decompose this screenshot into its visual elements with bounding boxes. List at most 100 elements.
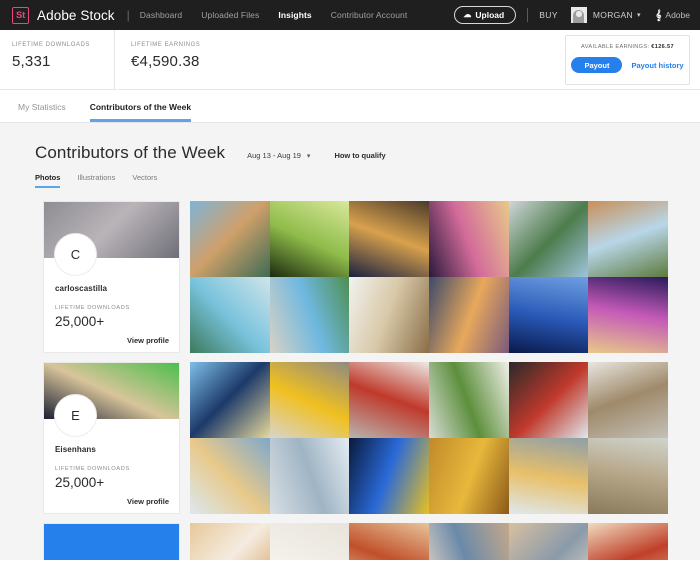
upload-button[interactable]: ☁ Upload (454, 6, 517, 24)
nav-item-uploaded-files[interactable]: Uploaded Files (201, 10, 259, 20)
avatar[interactable] (570, 7, 587, 23)
thumbnail-solar-panels-sun[interactable] (190, 362, 270, 438)
thumbnail-architecture-sketch[interactable] (269, 438, 350, 514)
contributor-cover-image: C (44, 202, 179, 276)
contributor-downloads-label: LIFETIME DOWNLOADS (55, 305, 130, 311)
contributor-downloads-label: LIFETIME DOWNLOADS (55, 466, 130, 472)
thumbnail-fall-leaves-watercolor[interactable] (349, 523, 429, 560)
stat-value: 5,331 (12, 53, 51, 70)
contributor-downloads-value: 25,000+ (55, 314, 105, 329)
nav-item-contributor-account[interactable]: Contributor Account (331, 10, 408, 20)
contributor-cover-image: E (44, 363, 179, 437)
chevron-down-icon: ▾ (306, 152, 311, 160)
nav-item-insights[interactable]: Insights (278, 10, 311, 20)
thumbnail-drum-kit-cymbal[interactable] (349, 201, 429, 277)
chevron-down-icon[interactable]: ▾ (637, 11, 641, 19)
contributor-avatar[interactable]: E (54, 394, 97, 437)
thumbnail-energy-certificate-building[interactable] (428, 362, 509, 438)
thumbnail-electric-guitar-stage[interactable] (588, 277, 668, 353)
thumbnail-winter-santa-choir[interactable] (508, 362, 589, 438)
thumbnail-concert-guitarist-lights[interactable] (428, 201, 509, 277)
contributor-row: Ccarloscastilla LIFETIME DOWNLOADS 25,000+… (43, 201, 700, 353)
how-to-qualify-link[interactable]: How to qualify (334, 151, 385, 160)
stats-bar: LIFETIME DOWNLOADS 5,331 LIFETIME EARNIN… (0, 30, 700, 90)
nav-item-dashboard[interactable]: Dashboard (140, 10, 182, 20)
thumbnail-white-confetti-abstract[interactable] (349, 277, 429, 353)
contributor-cover-image (44, 524, 179, 560)
contributor-thumbnail-grid (190, 362, 668, 514)
nav-divider (527, 8, 529, 22)
payout-actions: Payout Payout history (571, 57, 684, 73)
adobe-link[interactable]: 𝄞 Adobe (655, 10, 690, 21)
stat-lifetime-earnings: LIFETIME EARNINGS €4,590.38 (114, 30, 224, 89)
stat-lifetime-downloads: LIFETIME DOWNLOADS 5,331 (0, 30, 110, 89)
brand-title: Adobe Stock (37, 7, 115, 23)
contributor-name: Eisenhans (55, 445, 96, 454)
user-menu-label[interactable]: MORGAN (593, 10, 633, 20)
stat-label: LIFETIME DOWNLOADS (12, 42, 90, 48)
tab-illustrations[interactable]: Illustrations (77, 173, 115, 188)
contributor-card: E Eisenhans LIFETIME DOWNLOADS 25,000+ View … (43, 362, 180, 514)
thumbnail-house-blueprint-drawing[interactable] (190, 438, 270, 514)
avatar-person-icon (573, 10, 585, 23)
thumbnail-airplane-wing-sunset[interactable] (428, 277, 509, 353)
contributor-card: Ccarloscastilla LIFETIME DOWNLOADS 25,000+… (43, 201, 180, 353)
thumbnail-house-model-blueprint[interactable] (349, 362, 429, 438)
thumbnail-mangrove-lagoon-rocks[interactable] (190, 277, 270, 353)
contributor-row: E Eisenhans LIFETIME DOWNLOADS 25,000+ View … (43, 362, 700, 514)
view-profile-link[interactable]: View profile (127, 497, 169, 506)
upload-button-label: Upload (475, 10, 505, 20)
thumbnail-limestone-cliffs-beach[interactable] (269, 277, 350, 353)
available-earnings-value: €126.57 (651, 44, 674, 50)
thumbnail-abstract-green-lines[interactable] (269, 201, 350, 277)
thumbnail-tropical-bay-longtail-boats[interactable] (190, 201, 270, 277)
thumbnail-river-boats-pier[interactable] (508, 201, 589, 277)
tab-my-statistics[interactable]: My Statistics (18, 102, 66, 122)
stat-value: €4,590.38 (131, 53, 200, 70)
thumbnail-modern-apartment-exterior[interactable] (588, 362, 668, 438)
asset-type-tabs: Photos Illustrations Vectors (0, 163, 700, 188)
thumbnail-coin-stack-office-window[interactable] (588, 438, 668, 514)
contributor-rows: Ccarloscastilla LIFETIME DOWNLOADS 25,000+… (0, 201, 700, 560)
tab-photos[interactable]: Photos (35, 173, 61, 188)
thumbnail-autumn-leaves-texture[interactable] (190, 523, 270, 560)
contributor-row (43, 523, 700, 560)
available-earnings-line: AVAILABLE EARNINGS: €126.57 (581, 44, 674, 50)
top-nav-right-cluster: ☁ Upload BUY MORGAN ▾ 𝄞 Adobe (454, 6, 690, 24)
adobe-stock-logo-icon[interactable]: St (12, 6, 29, 24)
contributor-avatar[interactable]: C (54, 233, 97, 276)
thumbnail-construction-hardhat-site[interactable] (269, 362, 350, 438)
cloud-upload-icon: ☁ (463, 10, 472, 19)
thumbnail-snowy-cabin-winter[interactable] (508, 438, 589, 514)
thumbnail-bitcoin-gold-coins[interactable] (428, 438, 509, 514)
adobe-link-label: Adobe (665, 10, 690, 20)
contributor-downloads-value: 25,000+ (55, 475, 105, 490)
contributor-thumbnail-grid (190, 201, 668, 353)
contributor-name: carloscastilla (55, 284, 108, 293)
date-range-selector[interactable]: Aug 13 - Aug 19 ▾ (247, 151, 310, 160)
date-range-label: Aug 13 - Aug 19 (247, 151, 301, 160)
thumbnail-desert-canyon-birds[interactable] (588, 201, 668, 277)
payout-button[interactable]: Payout (571, 57, 623, 73)
view-profile-link[interactable]: View profile (127, 336, 169, 345)
thumbnail-autumn-scarf-portrait[interactable] (428, 523, 509, 560)
stat-label: LIFETIME EARNINGS (131, 42, 201, 48)
thumbnail-blue-digital-mesh[interactable] (508, 277, 589, 353)
thumbnail-autumn-hands-sweater[interactable] (508, 523, 589, 560)
thumbnail-stock-market-data-screen[interactable] (349, 438, 429, 514)
available-earnings-label: AVAILABLE EARNINGS: (581, 44, 650, 50)
payout-history-link[interactable]: Payout history (631, 61, 683, 70)
page-header: Contributors of the Week Aug 13 - Aug 19… (0, 123, 700, 163)
tab-contributors-of-the-week[interactable]: Contributors of the Week (89, 102, 192, 122)
adobe-logo-icon: 𝄞 (655, 9, 662, 21)
top-navigation-bar: St Adobe Stock | Dashboard Uploaded File… (0, 0, 700, 30)
primary-nav-links: Dashboard Uploaded Files Insights Contri… (140, 10, 408, 20)
main-content: Contributors of the Week Aug 13 - Aug 19… (0, 123, 700, 560)
contributor-thumbnail-grid (190, 523, 668, 560)
thumbnail-maple-leaves-beige[interactable] (588, 523, 668, 560)
tab-vectors[interactable]: Vectors (132, 173, 157, 188)
contributor-card (43, 523, 180, 560)
buy-link[interactable]: BUY (539, 10, 558, 20)
payout-card: AVAILABLE EARNINGS: €126.57 Payout Payou… (565, 35, 690, 85)
thumbnail-white-paper-blank[interactable] (269, 523, 350, 560)
